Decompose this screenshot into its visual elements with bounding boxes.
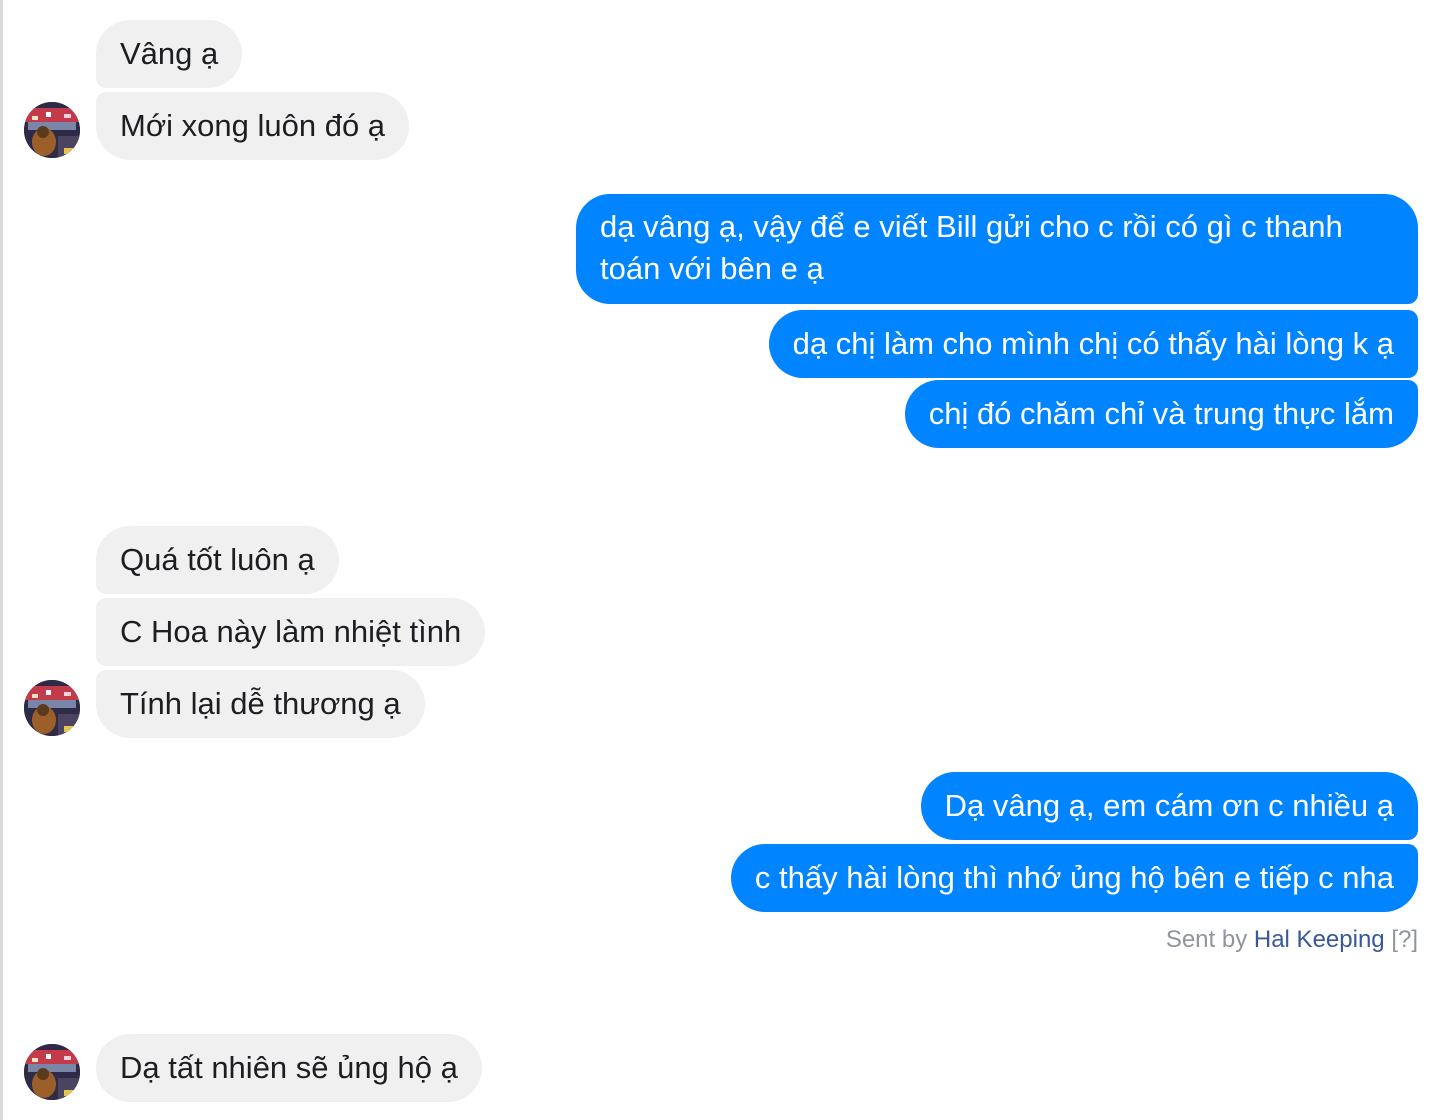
contact-avatar[interactable] (24, 680, 80, 736)
message-bubble-outgoing[interactable]: dạ vâng ạ, vậy để e viết Bill gửi cho c … (576, 194, 1418, 304)
message-bubble-outgoing[interactable]: chị đó chăm chỉ và trung thực lắm (904, 380, 1418, 448)
sent-by-prefix: Sent by (1165, 926, 1248, 953)
message-bubble-outgoing[interactable]: Dạ vâng ạ, em cám ơn c nhiều ạ (920, 772, 1418, 840)
avatar-photo-icon (24, 1044, 80, 1100)
message-bubble-incoming[interactable]: Vâng ạ (96, 20, 243, 88)
sent-by-label: Sent by Hal Keeping [?] (1166, 926, 1418, 954)
avatar-photo-icon (24, 102, 80, 158)
message-bubble-incoming[interactable]: Tính lại dễ thương ạ (96, 670, 425, 738)
message-bubble-incoming[interactable]: Mới xong luôn đó ạ (96, 92, 410, 160)
sent-by-help-link[interactable]: [?] (1391, 926, 1418, 953)
avatar-photo-icon (24, 680, 80, 736)
message-bubble-outgoing[interactable]: dạ chị làm cho mình chị có thấy hài lòng… (768, 310, 1418, 378)
message-bubble-incoming[interactable]: Quá tốt luôn ạ (96, 526, 339, 594)
sent-by-author-link[interactable]: Hal Keeping (1254, 926, 1385, 953)
contact-avatar[interactable] (24, 1044, 80, 1100)
contact-avatar[interactable] (24, 102, 80, 158)
message-bubble-outgoing[interactable]: c thấy hài lòng thì nhớ ủng hộ bên e tiế… (730, 844, 1418, 912)
message-bubble-incoming[interactable]: Dạ tất nhiên sẽ ủng hộ ạ (96, 1034, 482, 1102)
window-left-border (0, 0, 3, 1120)
message-bubble-incoming[interactable]: C Hoa này làm nhiệt tình (96, 598, 486, 666)
